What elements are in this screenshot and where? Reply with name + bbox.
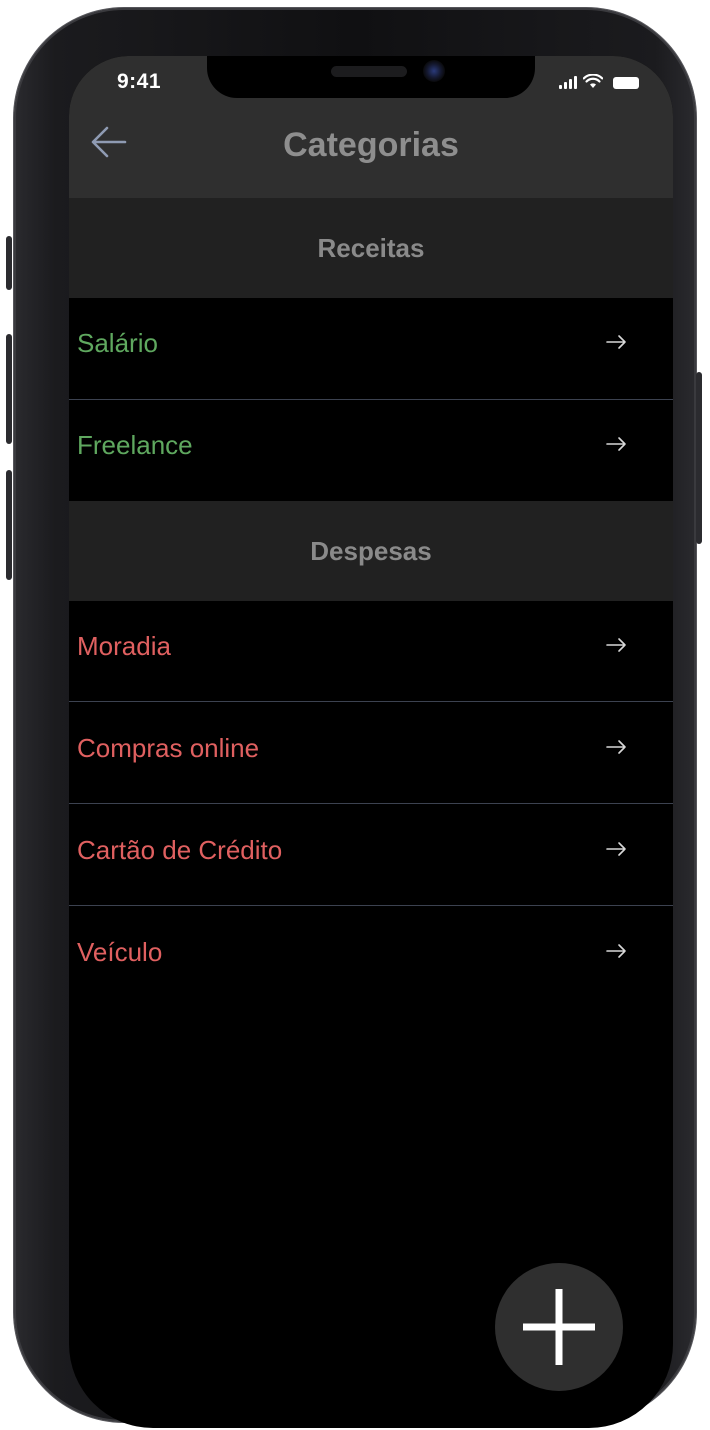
volume-up-button — [6, 334, 12, 444]
notch — [207, 56, 535, 98]
category-row-freelance[interactable]: Freelance — [69, 400, 673, 501]
status-icons — [559, 74, 639, 89]
category-label: Cartão de Crédito — [77, 835, 283, 865]
row-divider — [69, 905, 673, 906]
arrow-right-icon — [606, 638, 626, 652]
speaker-grille — [331, 66, 407, 77]
battery-icon — [613, 77, 639, 89]
status-time: 9:41 — [117, 70, 162, 93]
arrow-right-icon — [606, 842, 626, 856]
camera-icon — [423, 60, 445, 82]
signal-icon — [559, 75, 577, 89]
arrow-right-icon — [606, 740, 626, 754]
arrow-right-icon — [606, 944, 626, 958]
category-label: Veículo — [77, 937, 163, 967]
volume-down-button — [6, 470, 12, 580]
row-divider — [69, 701, 673, 702]
page-title: Categorias — [283, 126, 459, 164]
add-category-button[interactable] — [495, 1263, 623, 1391]
section-header-despesas: Despesas — [69, 501, 673, 601]
section-header-receitas: Receitas — [69, 198, 673, 298]
arrow-right-icon — [606, 437, 626, 451]
category-label: Compras online — [77, 733, 260, 763]
silent-switch — [6, 236, 12, 290]
app-header: 9:41 Categorias — [69, 56, 673, 198]
category-label: Freelance — [77, 430, 193, 460]
power-button — [696, 372, 702, 544]
category-row-cartao-de-credito[interactable]: Cartão de Crédito — [69, 805, 673, 906]
plus-icon — [523, 1289, 595, 1365]
category-row-salario[interactable]: Salário — [69, 298, 673, 399]
category-row-compras-online[interactable]: Compras online — [69, 703, 673, 804]
wifi-icon — [583, 74, 603, 88]
phone-frame: 9:41 Categorias Receitas Salário Freelan… — [6, 8, 702, 1428]
category-label: Moradia — [77, 631, 171, 661]
category-row-veiculo[interactable]: Veículo — [69, 907, 673, 1008]
category-label: Salário — [77, 328, 158, 358]
category-row-moradia[interactable]: Moradia — [69, 601, 673, 702]
row-divider — [69, 803, 673, 804]
app-screen: 9:41 Categorias Receitas Salário Freelan… — [69, 56, 673, 1428]
arrow-right-icon — [606, 335, 626, 349]
